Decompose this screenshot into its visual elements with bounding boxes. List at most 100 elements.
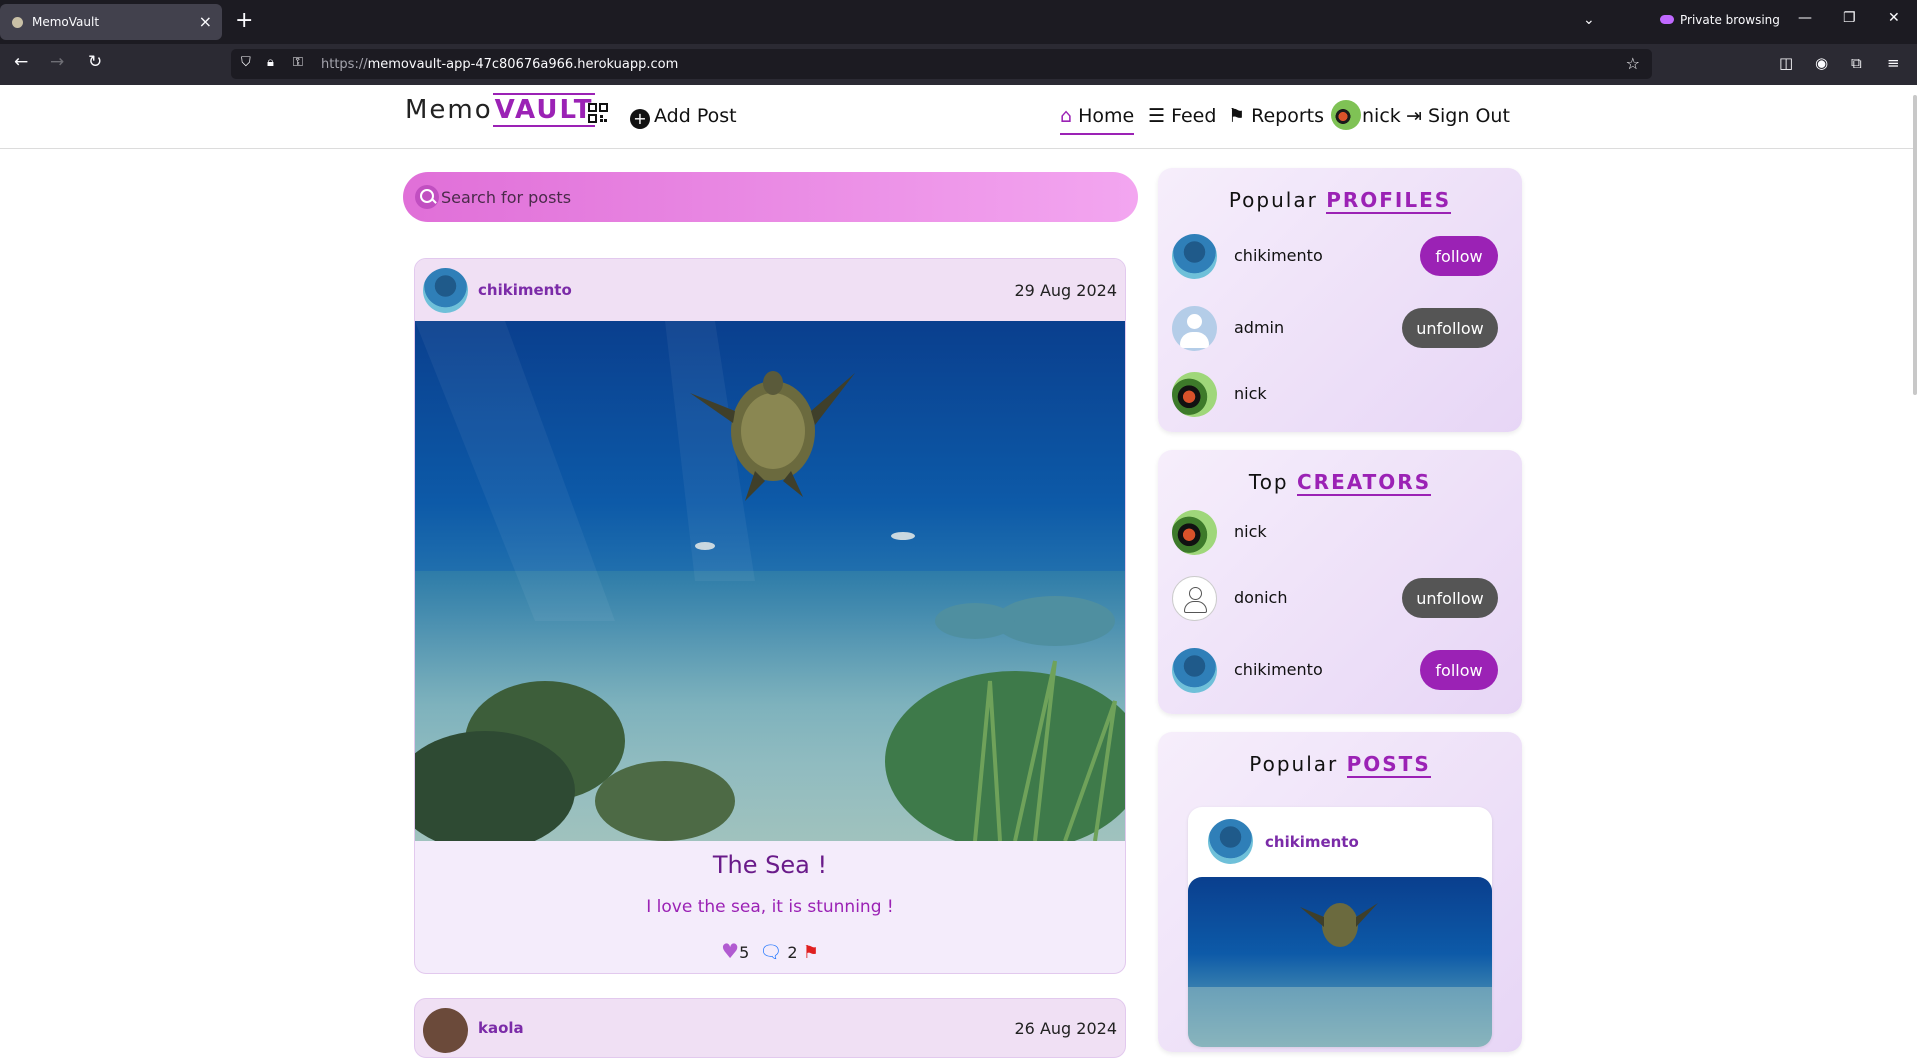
add-circle-icon: + — [630, 109, 650, 129]
url-bar[interactable]: ⛉ 🔒︎ ⚿ https://memovault-app-47c80676a96… — [231, 49, 1652, 79]
extensions-icon[interactable]: ⧉ — [1851, 54, 1862, 72]
nav-reports[interactable]: ⚑ Reports — [1228, 105, 1324, 127]
nav-home[interactable]: ⌂ Home — [1060, 105, 1135, 135]
menu-icon[interactable]: ≡ — [1887, 54, 1900, 72]
site-header: MemoVAULT + Add Post ⌂ Home ☰ Feed ⚑ Repo… — [0, 85, 1917, 149]
profile-row: nick — [1172, 370, 1508, 418]
post-author-avatar[interactable] — [423, 268, 468, 313]
page-scrollbar[interactable] — [1913, 95, 1917, 395]
window-close-icon[interactable]: ✕ — [1888, 10, 1900, 26]
profile-row: chikimento follow — [1172, 232, 1508, 280]
pocket-icon[interactable]: ◫ — [1779, 54, 1793, 72]
popular-profiles-title: Popular PROFILES — [1158, 188, 1522, 214]
popular-post-avatar[interactable] — [1208, 819, 1253, 864]
post-image[interactable] — [415, 321, 1125, 841]
nav-feed[interactable]: ☰ Feed — [1148, 105, 1216, 127]
tab-title: MemoVault — [32, 15, 100, 29]
nav-sign-out[interactable]: ⇥ Sign Out — [1406, 105, 1510, 127]
panel-title-highlight: PROFILES — [1326, 188, 1452, 214]
search-input[interactable] — [441, 184, 1101, 210]
post-header: chikimento 29 Aug 2024 — [415, 259, 1125, 321]
panel-title-plain: Popular — [1228, 188, 1318, 212]
qr-code-icon[interactable] — [588, 103, 608, 123]
popular-posts-title: Popular POSTS — [1158, 752, 1522, 778]
follow-button[interactable]: follow — [1420, 650, 1498, 690]
creator-row: donich unfollow — [1172, 574, 1508, 622]
key-icon[interactable]: ⚿ — [293, 55, 303, 70]
search-bar — [403, 172, 1138, 222]
user-avatar[interactable] — [1331, 100, 1361, 130]
search-icon[interactable] — [415, 185, 439, 209]
post-title[interactable]: The Sea ! — [415, 851, 1125, 879]
tracking-shield-icon[interactable]: ⛉ — [241, 55, 251, 70]
sign-out-icon: ⇥ — [1406, 105, 1422, 127]
url-text[interactable]: https://memovault-app-47c80676a966.herok… — [321, 57, 678, 72]
creator-row: chikimento follow — [1172, 646, 1508, 694]
creator-avatar[interactable] — [1172, 648, 1217, 693]
private-browsing-indicator: Private browsing — [1660, 13, 1780, 27]
panel-title-highlight: CREATORS — [1296, 470, 1432, 496]
sea-turtle-image — [415, 321, 1125, 841]
comment-count: 2 — [787, 943, 798, 962]
minimize-icon[interactable]: — — [1798, 10, 1812, 26]
profile-name[interactable]: admin — [1234, 318, 1284, 337]
profile-name[interactable]: nick — [1234, 384, 1267, 403]
profile-name[interactable]: chikimento — [1234, 246, 1323, 265]
account-icon[interactable]: ◉ — [1815, 54, 1828, 72]
nav-home-label: Home — [1078, 105, 1135, 127]
lock-icon[interactable]: 🔒︎ — [267, 55, 274, 70]
url-host: memovault-app-47c80676a966.herokuapp.com — [367, 57, 679, 72]
site-logo[interactable]: MemoVAULT — [405, 93, 596, 127]
profile-row: admin unfollow — [1172, 304, 1508, 352]
unfollow-button[interactable]: unfollow — [1402, 578, 1498, 618]
list-icon: ☰ — [1148, 105, 1166, 127]
post-date: 29 Aug 2024 — [1014, 281, 1118, 300]
browser-tab[interactable]: MemoVault × — [0, 4, 222, 40]
add-post-label: Add Post — [654, 105, 737, 127]
close-tab-icon[interactable]: × — [199, 12, 212, 31]
back-icon[interactable]: ← — [14, 52, 28, 72]
post-author-avatar[interactable] — [423, 1008, 468, 1053]
creator-avatar[interactable] — [1172, 576, 1217, 621]
profile-avatar[interactable] — [1172, 372, 1217, 417]
creator-name[interactable]: donich — [1234, 588, 1287, 607]
nav-sign-out-label: Sign Out — [1427, 105, 1510, 127]
creator-name[interactable]: nick — [1234, 522, 1267, 541]
forward-icon[interactable]: → — [50, 52, 64, 72]
post-card: chikimento 29 Aug 2024 The Sea ! I love … — [414, 258, 1126, 974]
nav-feed-label: Feed — [1171, 105, 1217, 127]
post-stats: ♥5 🗨︎ 2 ⚑ — [415, 939, 1125, 963]
follow-button[interactable]: follow — [1420, 236, 1498, 276]
popular-post-image[interactable] — [1188, 877, 1492, 1047]
report-flag-icon[interactable]: ⚑ — [803, 942, 819, 963]
url-prefix: https:// — [321, 57, 368, 72]
nav-profile[interactable]: nick — [1362, 105, 1401, 127]
add-post-link[interactable]: + Add Post — [630, 105, 737, 129]
new-tab-icon[interactable]: + — [235, 8, 253, 33]
sea-turtle-thumbnail — [1188, 903, 1492, 1047]
reload-icon[interactable]: ↻ — [88, 52, 102, 72]
like-heart-icon[interactable]: ♥ — [721, 939, 739, 963]
profile-avatar[interactable] — [1172, 234, 1217, 279]
unfollow-button[interactable]: unfollow — [1402, 308, 1498, 348]
tab-list-chevron-icon[interactable]: ⌄ — [1583, 12, 1595, 28]
restore-icon[interactable]: ❐ — [1843, 10, 1856, 26]
popular-post-author[interactable]: chikimento — [1265, 833, 1359, 851]
private-browsing-label: Private browsing — [1680, 13, 1780, 27]
creator-avatar[interactable] — [1172, 510, 1217, 555]
popular-post-card[interactable]: chikimento — [1188, 807, 1492, 1047]
post-author-link[interactable]: chikimento — [478, 281, 572, 299]
browser-toolbar: ← → ↻ ⛉ 🔒︎ ⚿ https://memovault-app-47c80… — [0, 44, 1917, 85]
panel-title-plain: Popular — [1249, 752, 1339, 776]
comment-icon[interactable]: 🗨︎ — [759, 942, 782, 963]
post-author-link[interactable]: kaola — [478, 1019, 524, 1037]
top-creators-panel: Top CREATORS nick donich unfollow chikim… — [1158, 450, 1522, 714]
flag-icon: ⚑ — [1228, 105, 1246, 127]
creator-name[interactable]: chikimento — [1234, 660, 1323, 679]
creator-row: nick — [1172, 508, 1508, 556]
post-date: 26 Aug 2024 — [1014, 1019, 1118, 1038]
top-creators-title: Top CREATORS — [1158, 470, 1522, 496]
bookmark-star-icon[interactable]: ☆ — [1626, 54, 1640, 73]
favicon-icon — [12, 17, 23, 28]
profile-avatar[interactable] — [1172, 306, 1217, 351]
